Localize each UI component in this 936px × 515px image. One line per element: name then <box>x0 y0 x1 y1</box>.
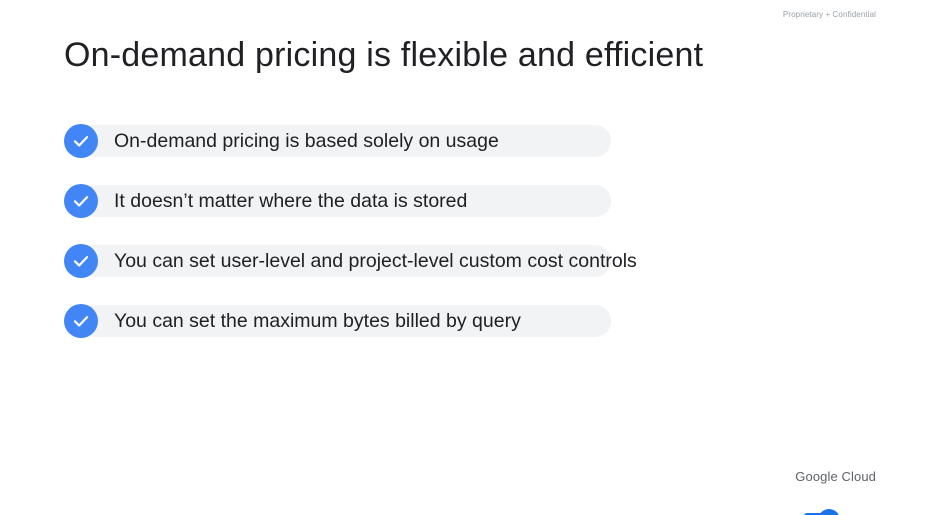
check-circle-icon <box>64 244 98 278</box>
bullet-item: On-demand pricing is based solely on usa… <box>64 124 611 158</box>
bullet-text: You can set user-level and project-level… <box>114 250 637 272</box>
bullet-list: On-demand pricing is based solely on usa… <box>64 124 637 364</box>
bullet-item: You can set user-level and project-level… <box>64 244 637 278</box>
bullet-text: On-demand pricing is based solely on usa… <box>114 130 499 152</box>
google-cloud-logo: Google Cloud <box>795 469 876 484</box>
check-circle-icon <box>64 124 98 158</box>
check-circle-icon <box>64 184 98 218</box>
slide-title: On-demand pricing is flexible and effici… <box>64 36 704 74</box>
bullet-text: You can set the maximum bytes billed by … <box>114 310 521 332</box>
check-circle-icon <box>64 304 98 338</box>
bullet-text: It doesn’t matter where the data is stor… <box>114 190 468 212</box>
bullet-item: It doesn’t matter where the data is stor… <box>64 184 611 218</box>
corner-toggle-widget <box>800 505 936 515</box>
toggle-knob <box>818 509 840 515</box>
confidential-label: Proprietary + Confidential <box>782 10 876 19</box>
bullet-item: You can set the maximum bytes billed by … <box>64 304 611 338</box>
